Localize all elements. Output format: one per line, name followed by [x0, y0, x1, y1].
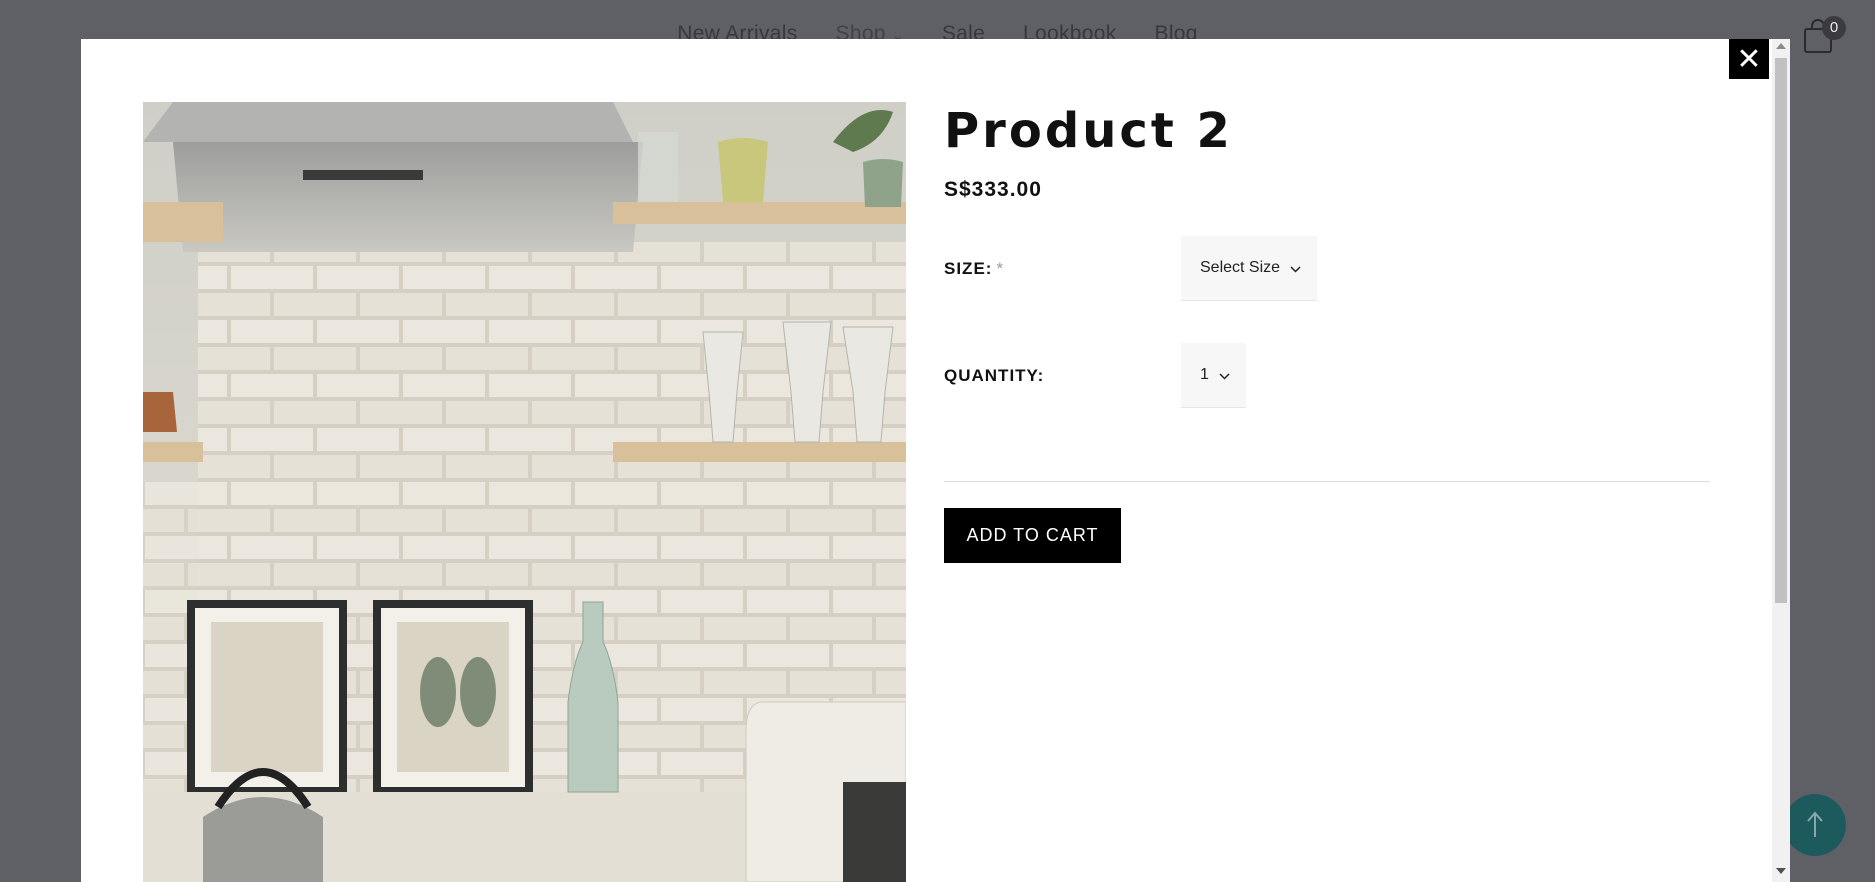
- kitchen-photo: [143, 102, 906, 882]
- chevron-down-icon: [1219, 368, 1230, 383]
- required-mark: *: [996, 258, 1005, 278]
- quantity-select-value: 1: [1200, 366, 1209, 383]
- arrow-up-icon: [1807, 811, 1823, 837]
- quantity-select[interactable]: 1: [1181, 343, 1246, 408]
- quantity-option-row: QUANTITY: 1: [944, 343, 1246, 408]
- divider: [944, 481, 1710, 482]
- back-to-top-button[interactable]: [1784, 794, 1846, 856]
- scrollbar-thumb[interactable]: [1775, 58, 1787, 603]
- size-label: SIZE: *: [944, 258, 1005, 278]
- close-button[interactable]: ✕: [1729, 39, 1769, 79]
- quantity-label: QUANTITY:: [944, 365, 1045, 385]
- modal-scrollbar[interactable]: [1772, 39, 1790, 882]
- size-select-value: Select Size: [1200, 259, 1281, 276]
- product-image: [143, 102, 906, 882]
- add-to-cart-button[interactable]: ADD TO CART: [944, 508, 1121, 563]
- size-select[interactable]: Select Size: [1181, 236, 1318, 301]
- scroll-up-arrow-icon[interactable]: [1776, 43, 1786, 49]
- quick-view-modal: Product 2 S$333.00 SIZE: * Select Size QU…: [81, 39, 1790, 882]
- scroll-down-arrow-icon[interactable]: [1776, 868, 1786, 874]
- chevron-down-icon: [1290, 261, 1301, 276]
- size-option-row: SIZE: * Select Size: [944, 236, 1318, 301]
- product-price: S$333.00: [944, 178, 1042, 201]
- product-title: Product 2: [944, 103, 1233, 159]
- product-details: Product 2 S$333.00 SIZE: * Select Size QU…: [944, 102, 1710, 563]
- close-icon: ✕: [1736, 42, 1762, 76]
- cart-count-badge: 0: [1822, 16, 1846, 40]
